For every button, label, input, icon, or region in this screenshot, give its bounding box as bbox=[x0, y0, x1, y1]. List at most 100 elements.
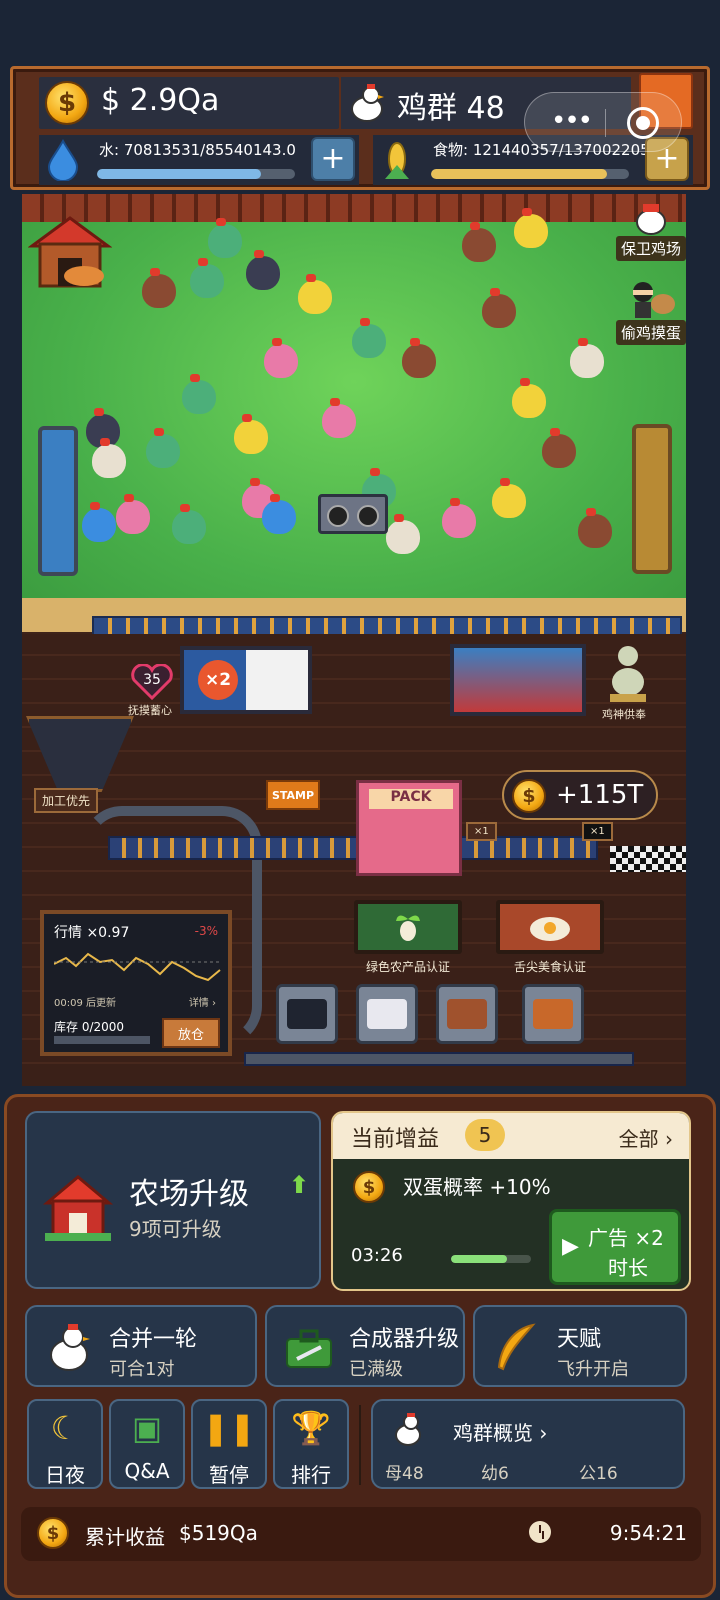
chicken-sprite[interactable] bbox=[246, 250, 280, 290]
gourmet-cert-board bbox=[496, 900, 604, 954]
chicken-sprite[interactable] bbox=[116, 494, 150, 534]
chicken-sprite[interactable] bbox=[512, 378, 546, 418]
chicken-sprite[interactable] bbox=[190, 258, 224, 298]
income-value: +115T bbox=[556, 780, 644, 810]
market-title: 行情 ×0.97 bbox=[54, 925, 130, 941]
buff-description: 双蛋概率 +10% bbox=[403, 1175, 551, 1199]
incubator-machine[interactable] bbox=[276, 984, 338, 1044]
water-resource: 水: 70813531/85540143.0 + bbox=[39, 135, 359, 185]
chicken-sprite[interactable] bbox=[82, 502, 116, 542]
chicken-sprite[interactable] bbox=[570, 338, 604, 378]
chick-count: 幼6 bbox=[481, 1464, 509, 1484]
chicken-sprite[interactable] bbox=[352, 318, 386, 358]
chicken-sprite[interactable] bbox=[578, 508, 612, 548]
double-poster[interactable]: ×2 bbox=[180, 646, 312, 714]
chicken-sprite[interactable] bbox=[514, 208, 548, 248]
farm-upgrade-subtitle: 9项可升级 bbox=[129, 1217, 222, 1241]
stock-label: 库存 0/2000 bbox=[54, 1020, 125, 1034]
ranking-button[interactable]: 🏆 排行 bbox=[273, 1399, 349, 1489]
coin-icon: $ bbox=[37, 1517, 69, 1549]
steal-chicken-button[interactable]: 偷鸡摸蛋 bbox=[616, 278, 686, 345]
pack-label: PACK bbox=[369, 789, 453, 809]
chicken-sprite[interactable] bbox=[482, 288, 516, 328]
day-night-button[interactable]: ☾ 日夜 bbox=[27, 1399, 103, 1489]
market-panel[interactable]: 行情 ×0.97 -3% 00:09 后更新 详情 › 库存 0/2000 放仓 bbox=[40, 910, 232, 1056]
more-icon[interactable]: ••• bbox=[551, 108, 593, 134]
total-earnings-label: 累计收益 bbox=[85, 1525, 165, 1549]
process-priority-button[interactable]: 加工优先 bbox=[34, 788, 99, 813]
watch-ad-double-button[interactable]: ▶ 广告 ×2 时长 bbox=[549, 1209, 681, 1285]
toolbox-icon bbox=[286, 1329, 332, 1368]
finish-flag bbox=[610, 846, 686, 872]
chicken-sprite[interactable] bbox=[208, 218, 242, 258]
chicken-icon bbox=[395, 1413, 421, 1446]
chicken-sprite[interactable] bbox=[386, 514, 420, 554]
chicken-sprite[interactable] bbox=[262, 494, 296, 534]
pack-machine[interactable]: PACK bbox=[356, 780, 462, 876]
total-earnings-value: $519Qa bbox=[179, 1521, 258, 1545]
buff-progress bbox=[451, 1255, 531, 1263]
chicken-sprite[interactable] bbox=[182, 374, 216, 414]
conveyor-belt-upper bbox=[108, 836, 598, 860]
market-detail-link[interactable]: 详情 › bbox=[189, 994, 216, 1009]
chicken-sprite[interactable] bbox=[322, 398, 356, 438]
chicken-sprite[interactable] bbox=[442, 498, 476, 538]
chicken-sprite[interactable] bbox=[234, 414, 268, 454]
conveyor-belt-lower bbox=[244, 1052, 634, 1066]
gourmet-cert[interactable]: 舌尖美食认证 bbox=[496, 900, 604, 975]
flock-overview-button[interactable]: 鸡群概览 › 母48 幼6 公16 bbox=[371, 1399, 685, 1489]
thief-icon bbox=[633, 282, 675, 318]
food-tank[interactable] bbox=[632, 424, 672, 574]
water-tank[interactable] bbox=[38, 426, 78, 576]
gourmet-cert-label: 舌尖美食认证 bbox=[513, 960, 586, 974]
food-bar-fill bbox=[431, 169, 608, 179]
stamp-machine[interactable]: STAMP bbox=[266, 780, 320, 810]
merge-round-button[interactable]: 合并一轮 可合1对 bbox=[25, 1305, 257, 1387]
chicken-sprite[interactable] bbox=[146, 428, 180, 468]
synthesizer-upgrade-button[interactable]: 合成器升级 已满级 bbox=[265, 1305, 465, 1387]
chicken-sprite[interactable] bbox=[264, 338, 298, 378]
steal-chicken-label: 偷鸡摸蛋 bbox=[616, 320, 686, 345]
defend-farm-button[interactable]: 保卫鸡场 bbox=[616, 200, 686, 261]
green-product-cert[interactable]: 绿色农产品认证 bbox=[354, 900, 462, 975]
close-target-icon[interactable] bbox=[627, 107, 659, 139]
synth-subtitle: 已满级 bbox=[349, 1359, 403, 1380]
boombox-icon[interactable] bbox=[318, 494, 388, 534]
chicken-sprite[interactable] bbox=[402, 338, 436, 378]
pause-button[interactable]: ❚❚ 暂停 bbox=[191, 1399, 267, 1489]
packer-machine[interactable] bbox=[522, 984, 584, 1044]
overview-title: 鸡群概览 › bbox=[453, 1421, 548, 1445]
farm-scene: 保卫鸡场 偷鸡摸蛋 35 抚摸蓄心 ×2 鸡神供奉 加工优先 STAMP PAC… bbox=[22, 194, 686, 1086]
chicken-sprite[interactable] bbox=[92, 438, 126, 478]
farm-upgrade-button[interactable]: 农场升级 ⬆ 9项可升级 bbox=[25, 1111, 321, 1289]
capsule-divider bbox=[605, 109, 606, 137]
heart-value: 35 bbox=[143, 672, 161, 688]
coin-icon: $ bbox=[353, 1171, 385, 1203]
sorter-machine[interactable] bbox=[436, 984, 498, 1044]
chicken-sprite[interactable] bbox=[542, 428, 576, 468]
qa-button[interactable]: ▣ Q&A bbox=[109, 1399, 185, 1489]
chicken-sprite[interactable] bbox=[492, 478, 526, 518]
talent-subtitle: 飞升开启 bbox=[557, 1359, 629, 1380]
chicken-god-label: 鸡神供奉 bbox=[602, 708, 646, 721]
book-icon: ▣ bbox=[131, 1409, 163, 1447]
total-earnings-bar: $ 累计收益 $519Qa 9:54:21 bbox=[21, 1507, 701, 1561]
water-bar bbox=[97, 169, 295, 179]
chicken-sprite[interactable] bbox=[172, 504, 206, 544]
release-stock-button[interactable]: 放仓 bbox=[162, 1018, 220, 1048]
doghouse-icon[interactable] bbox=[28, 216, 112, 290]
chicken-sprite[interactable] bbox=[462, 222, 496, 262]
buff-view-all-link[interactable]: 全部 › bbox=[619, 1123, 673, 1152]
miniprogram-capsule: ••• bbox=[524, 92, 682, 152]
moon-icon: ☾ bbox=[50, 1409, 80, 1447]
idol-poster[interactable] bbox=[450, 644, 586, 716]
stock-bar bbox=[54, 1036, 150, 1044]
add-water-button[interactable]: + bbox=[311, 137, 355, 181]
chicken-god-statue-icon[interactable] bbox=[606, 642, 650, 702]
market-change: -3% bbox=[194, 924, 218, 938]
income-bubble[interactable]: $ +115T bbox=[502, 770, 658, 820]
chicken-sprite[interactable] bbox=[298, 274, 332, 314]
chicken-sprite[interactable] bbox=[142, 268, 176, 308]
washer-machine[interactable] bbox=[356, 984, 418, 1044]
talent-button[interactable]: 天赋 飞升开启 bbox=[473, 1305, 687, 1387]
